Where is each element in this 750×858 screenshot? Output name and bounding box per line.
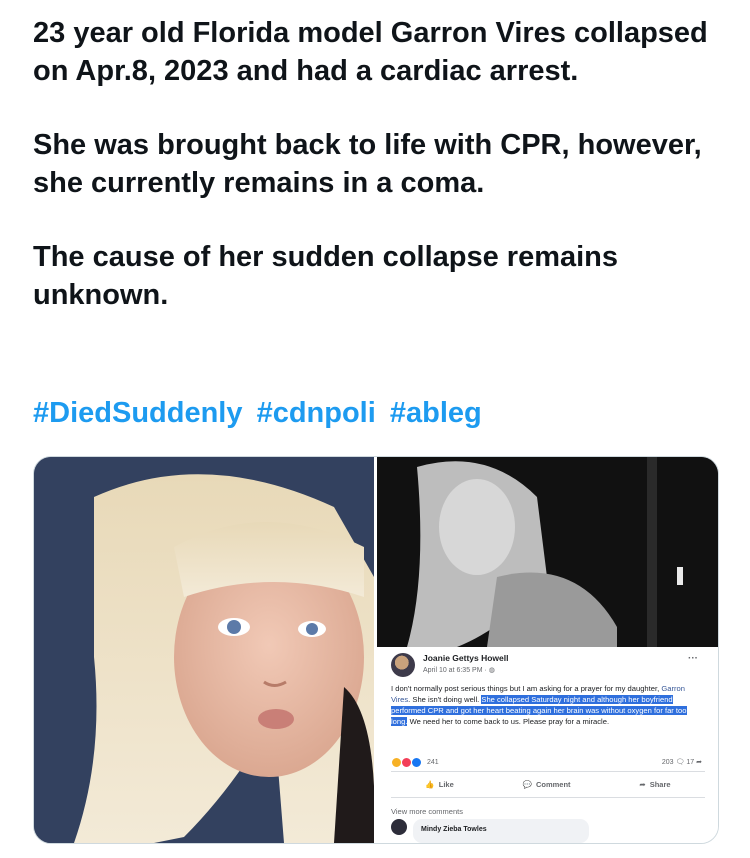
divider <box>391 771 705 772</box>
post-body-text-3: We need her to come back to us. Please p… <box>407 717 610 726</box>
tweet-paragraph-1: 23 year old Florida model Garron Vires c… <box>33 17 708 87</box>
share-label: Share <box>649 779 671 789</box>
portrait-illustration <box>34 457 374 843</box>
comment-item: Mindy Zieba Towles <box>391 819 589 843</box>
tweet-paragraph-2: She was brought back to life with CPR, h… <box>33 129 702 199</box>
commenter-name[interactable]: Mindy Zieba Towles <box>421 826 487 833</box>
comment-label: Comment <box>535 779 571 789</box>
post-actions: 👍 Like 💬 Comment ➦ Share <box>391 775 705 793</box>
hashtag-diedsuddenly[interactable]: #DiedSuddenly <box>33 397 243 429</box>
share-icon: ➦ <box>639 779 646 789</box>
share-count-icon: ➦ <box>696 759 702 766</box>
like-reaction-icon <box>411 757 422 768</box>
globe-icon: ◍ <box>488 667 495 674</box>
comment-count[interactable]: 203 <box>662 759 674 766</box>
facebook-post-card[interactable]: Joanie Gettys Howell April 10 at 6:35 PM… <box>377 647 718 843</box>
comment-button[interactable]: 💬 Comment <box>523 779 571 790</box>
post-body-text-1: I don't normally post serious things but… <box>391 684 662 693</box>
post-time: April 10 at 6:35 PM · ◍ <box>423 665 495 676</box>
bw-portrait-photo[interactable] <box>377 457 718 647</box>
portrait-photo[interactable] <box>34 457 374 843</box>
tweet-media-grid[interactable]: Joanie Gettys Howell April 10 at 6:35 PM… <box>33 456 719 844</box>
share-count[interactable]: 17 <box>686 759 694 766</box>
like-label: Like <box>438 779 454 789</box>
tweet-paragraph-3: The cause of her sudden collapse remains… <box>33 241 619 311</box>
thumbs-up-icon: 👍 <box>425 779 435 789</box>
post-time-text: April 10 at 6:35 PM · <box>423 667 489 674</box>
reaction-count: 241 <box>427 759 439 766</box>
post-body: I don't normally post serious things but… <box>391 683 705 727</box>
share-button[interactable]: ➦ Share <box>639 779 670 790</box>
comment-count-icon: 🗨 <box>675 759 687 766</box>
post-body-text-2: . She isn't doing well. <box>408 695 482 704</box>
comment-icon: 💬 <box>522 779 532 789</box>
more-options-icon[interactable]: ··· <box>688 653 698 664</box>
like-button[interactable]: 👍 Like <box>425 779 453 790</box>
comment-bubble: Mindy Zieba Towles <box>413 819 589 843</box>
author-name[interactable]: Joanie Gettys Howell <box>423 653 509 664</box>
divider <box>391 797 705 798</box>
bw-portrait-illustration <box>377 457 718 647</box>
tweet-text: 23 year old Florida model Garron Vires c… <box>33 14 723 350</box>
reactions-summary[interactable]: 241 <box>391 757 439 768</box>
commenter-avatar[interactable] <box>391 819 407 835</box>
view-more-comments-link[interactable]: View more comments <box>391 806 463 817</box>
hashtag-row: #DiedSuddenly #cdnpoli #ableg <box>33 394 488 432</box>
hashtag-ableg[interactable]: #ableg <box>390 397 482 429</box>
engagement-counts: 203 🗨 17 ➦ <box>662 757 702 768</box>
hashtag-cdnpoli[interactable]: #cdnpoli <box>257 397 376 429</box>
author-avatar[interactable] <box>391 653 415 677</box>
